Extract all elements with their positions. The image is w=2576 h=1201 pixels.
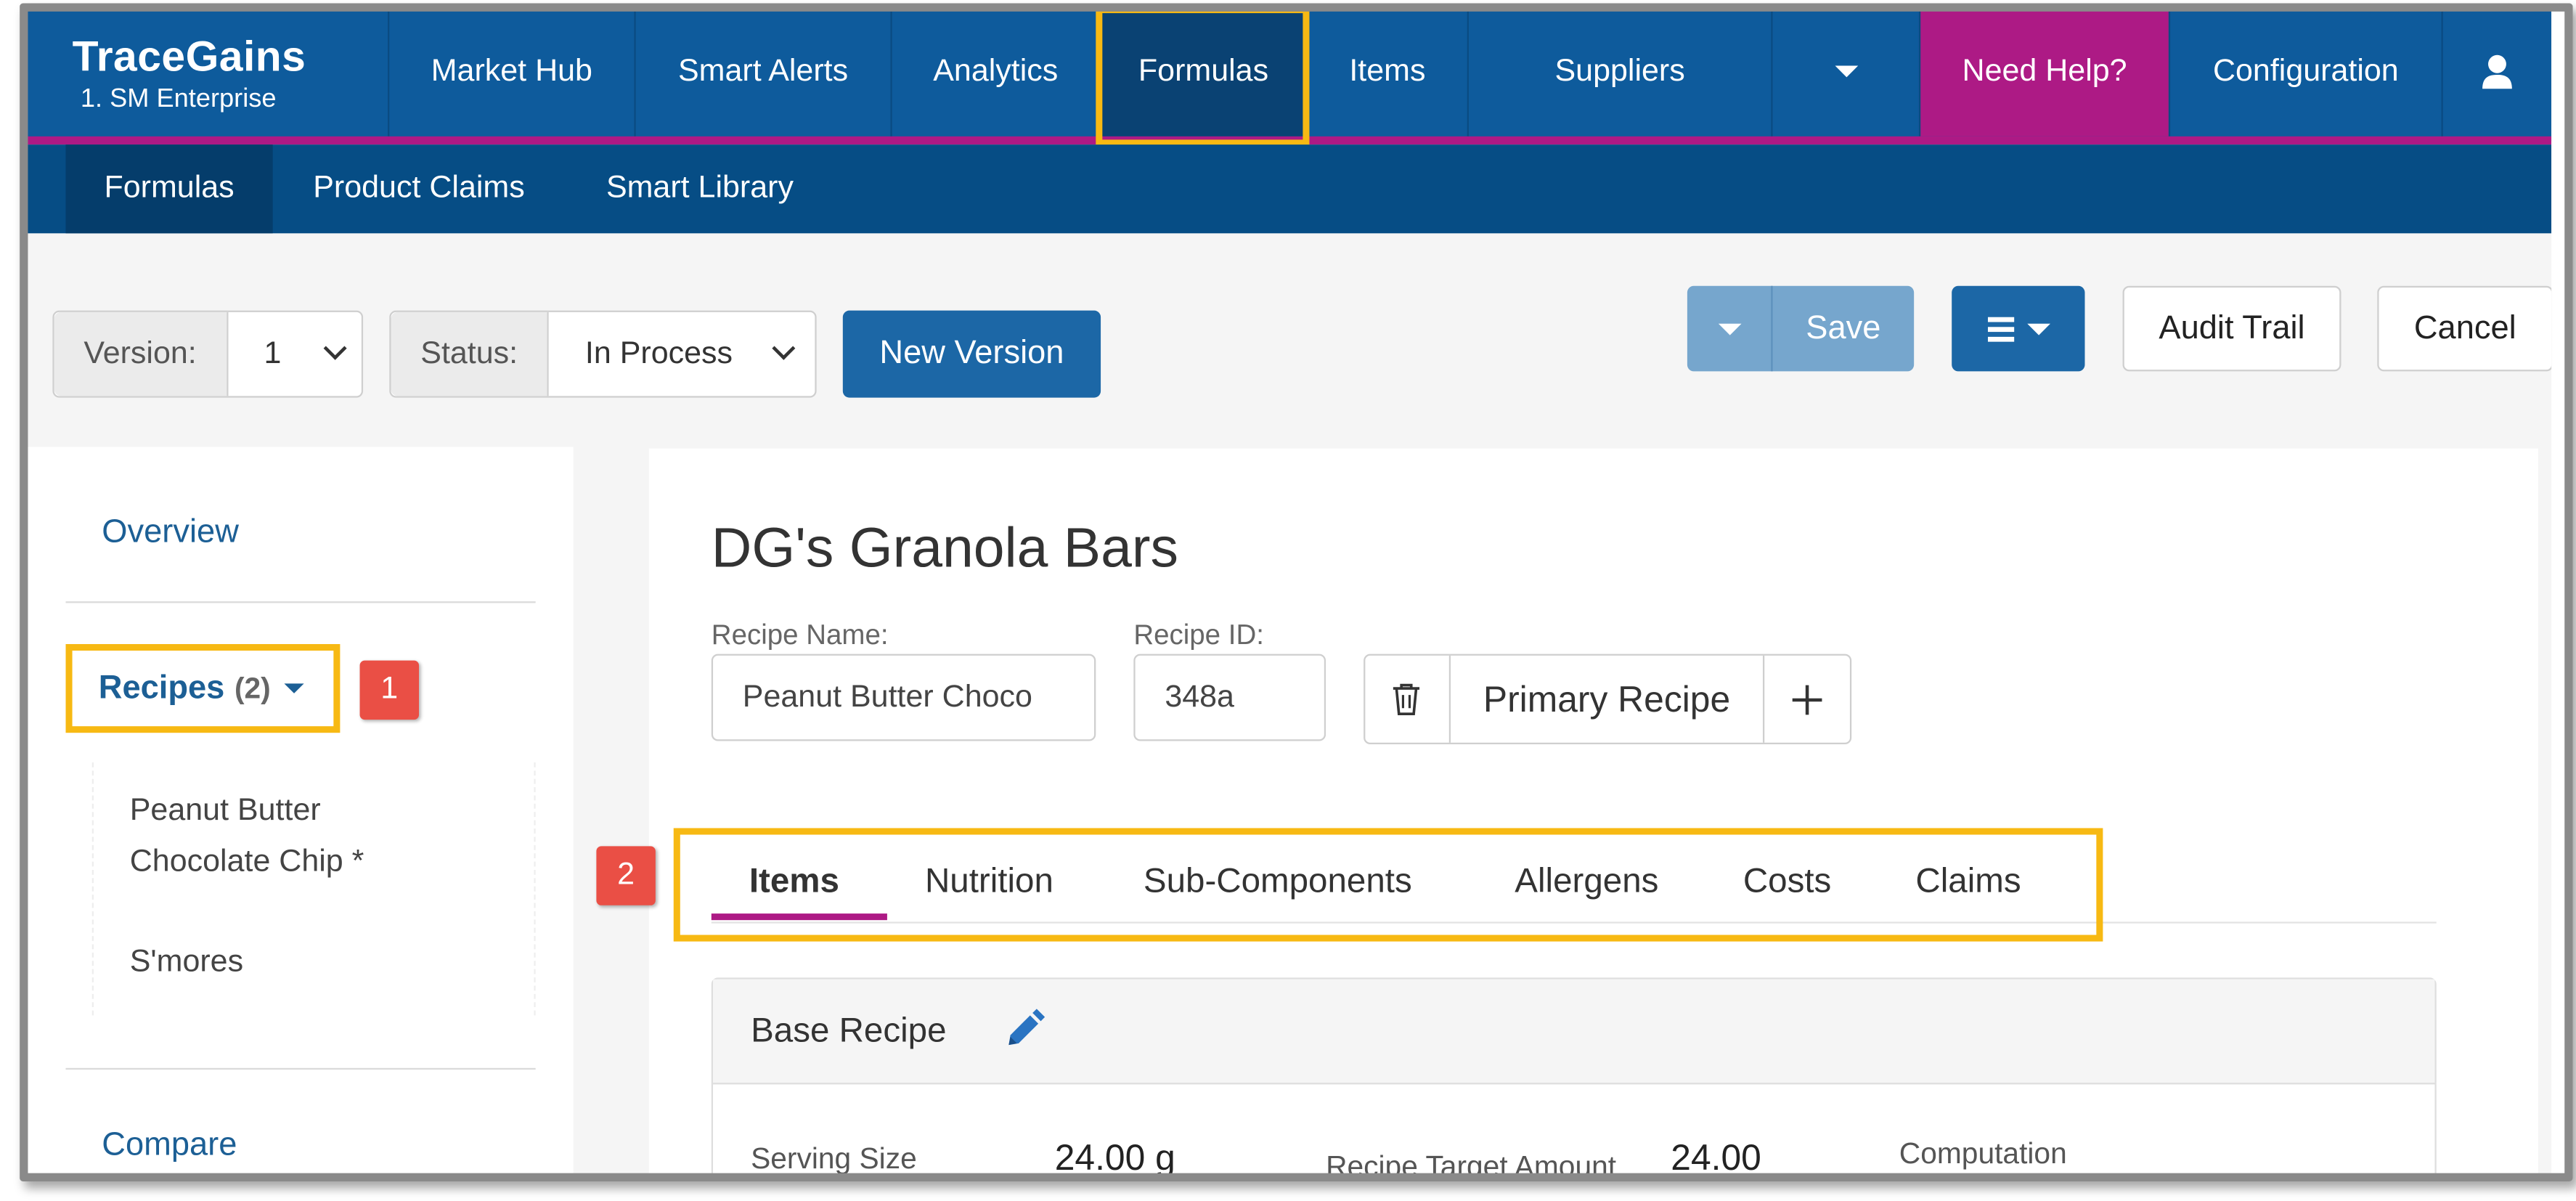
recipes-toggle[interactable]: Recipes (2) (65, 644, 341, 733)
recipes-count: (2) (234, 671, 271, 704)
nav-more-dropdown[interactable] (1771, 7, 1919, 137)
nav-configuration[interactable]: Configuration (2168, 7, 2442, 137)
recipe-selector: Primary Recipe (1364, 654, 1852, 745)
screenshot: TraceGains 1. SM Enterprise Market Hub S… (0, 0, 2576, 1201)
add-recipe-button[interactable] (1765, 656, 1850, 743)
recipe-sidebar: Overview Recipes (2) 1 Peanut Butter Cho… (26, 447, 574, 1177)
plus-icon (1792, 684, 1822, 715)
version-value[interactable]: 1 (228, 312, 359, 396)
divider (65, 1067, 536, 1070)
compare-link[interactable]: Compare (102, 1127, 237, 1165)
version-select[interactable]: Version: 1 (52, 310, 364, 398)
user-menu[interactable] (2441, 7, 2552, 137)
need-help-button[interactable]: Need Help? (1918, 7, 2169, 137)
hamburger-menu-icon (1986, 316, 2014, 341)
chevron-down-icon (772, 336, 796, 360)
recipe-name-input[interactable]: Peanut Butter Choco (711, 654, 1096, 741)
recipes-label: Recipes (98, 669, 225, 706)
nav-market-hub[interactable]: Market Hub (388, 7, 634, 137)
computation-label: Computation (1899, 1136, 2067, 1171)
brand[interactable]: TraceGains 1. SM Enterprise (26, 7, 388, 142)
caret-down-icon (283, 683, 303, 693)
recipe-item-peanut-butter[interactable]: Peanut Butter Chocolate Chip * (130, 786, 459, 887)
chevron-down-icon (322, 336, 346, 360)
recipe-list: Peanut Butter Chocolate Chip * S'mores (91, 762, 536, 1016)
callout-badge-1: 1 (359, 660, 420, 720)
callout-badge-2: 2 (596, 846, 656, 905)
recipe-name-label: Recipe Name: (711, 619, 889, 651)
brand-subtitle: 1. SM Enterprise (80, 85, 277, 114)
save-options-dropdown[interactable] (1687, 285, 1773, 372)
page-title: DG's Granola Bars (711, 517, 1179, 580)
caret-down-icon (2026, 322, 2050, 335)
target-amount-label: Recipe Target Amount (1326, 1149, 1617, 1177)
nav-items[interactable]: Items (1305, 7, 1467, 137)
brand-name: TraceGains (72, 30, 306, 81)
nav-suppliers[interactable]: Suppliers (1467, 7, 1772, 137)
actions-menu-button[interactable] (1952, 285, 2085, 372)
recipe-panel: DG's Granola Bars Recipe Name: Peanut Bu… (648, 448, 2539, 1177)
subnav-product-claims[interactable]: Product Claims (273, 144, 566, 233)
nav-smart-alerts[interactable]: Smart Alerts (634, 7, 890, 137)
status-select[interactable]: Status: In Process (389, 310, 817, 398)
version-value-text: 1 (264, 335, 282, 371)
subnav-formulas[interactable]: Formulas (65, 144, 273, 234)
version-label: Version: (54, 312, 228, 396)
delete-recipe-button[interactable] (1365, 655, 1451, 743)
app-window: TraceGains 1. SM Enterprise Market Hub S… (26, 7, 2552, 1177)
serving-size-label: Serving Size (751, 1141, 917, 1175)
divider (65, 601, 536, 603)
status-value-text: In Process (584, 335, 733, 371)
target-amount-value: 24.00 (1671, 1136, 1761, 1177)
cancel-button[interactable]: Cancel (2377, 285, 2552, 372)
base-recipe-header: Base Recipe (713, 979, 2435, 1085)
save-button-group: Save (1687, 285, 1915, 372)
serving-size-value: 24.00 g (1054, 1136, 1175, 1177)
overview-link[interactable]: Overview (102, 514, 239, 552)
base-recipe-title: Base Recipe (751, 1011, 947, 1050)
subnav-smart-library[interactable]: Smart Library (565, 144, 834, 233)
sub-nav: Formulas Product Claims Smart Library (26, 144, 2552, 234)
trash-icon (1393, 683, 1420, 715)
recipe-id-input[interactable]: 348a (1133, 654, 1326, 741)
caret-down-icon (1834, 65, 1858, 78)
status-label: Status: (391, 312, 550, 396)
recipe-item-smores[interactable]: S'mores (130, 937, 243, 988)
nav-analytics[interactable]: Analytics (890, 7, 1099, 137)
base-recipe-card: Base Recipe Serving Size 24.00 g Recipe … (711, 977, 2437, 1177)
recipe-id-label: Recipe ID: (1133, 619, 1264, 651)
highlight-formulas-nav (1096, 7, 1310, 147)
caret-down-icon (1717, 322, 1741, 335)
save-button[interactable]: Save (1773, 286, 1915, 372)
pencil-icon[interactable] (1002, 1009, 1046, 1051)
status-value[interactable]: In Process (549, 312, 812, 396)
recipe-selector-name[interactable]: Primary Recipe (1451, 655, 1765, 743)
highlight-tabs (673, 828, 2103, 942)
audit-trail-button[interactable]: Audit Trail (2122, 285, 2341, 372)
user-icon (2482, 54, 2512, 89)
new-version-button[interactable]: New Version (842, 310, 1101, 398)
